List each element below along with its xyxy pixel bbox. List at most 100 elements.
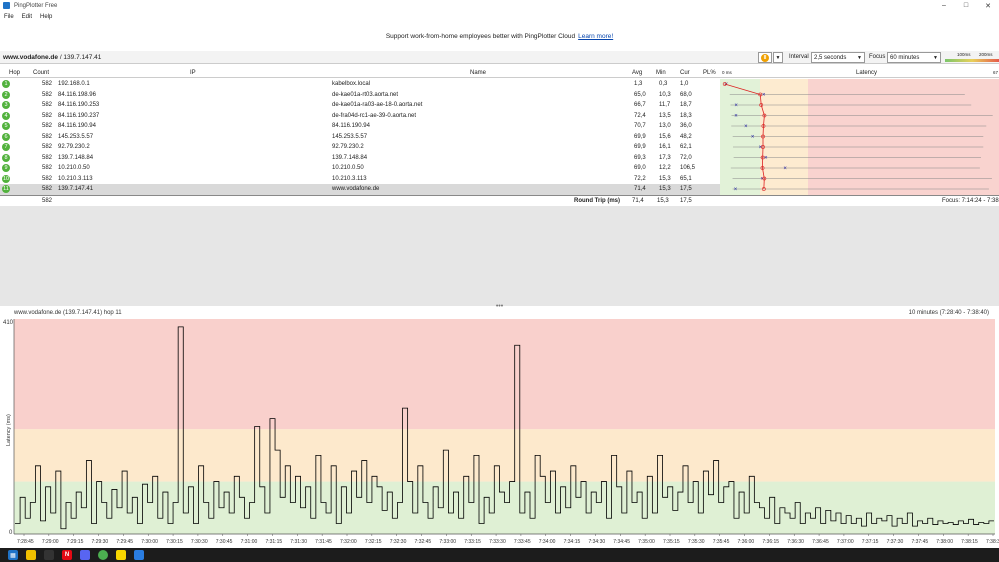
summary-count: 582: [42, 198, 53, 204]
target-label: www.vodafone.de / 139.7.147.41: [3, 54, 101, 61]
cell-name: 139.7.148.84: [332, 154, 368, 161]
pause-dropdown[interactable]: ▼: [773, 52, 783, 63]
cell-avg: 72,2: [634, 175, 646, 182]
x-tick-label: 7:32:45: [415, 539, 432, 545]
col-pl[interactable]: PL%: [703, 70, 716, 76]
menu-help[interactable]: Help: [40, 14, 52, 20]
cell-avg: 66,7: [634, 102, 646, 108]
cell-name: 92.79.230.2: [332, 144, 364, 150]
x-tick-label: 7:34:15: [564, 539, 581, 545]
table-row[interactable]: 6 582 145.253.5.57 145.253.5.57 69,9 15,6 48,2: [0, 132, 720, 143]
cell-count: 582: [42, 81, 53, 87]
interval-select[interactable]: 2,5 seconds ▼: [811, 52, 865, 63]
learn-more-link[interactable]: Learn more!: [578, 33, 613, 40]
menu-file[interactable]: File: [4, 14, 14, 20]
col-count[interactable]: Count: [33, 70, 49, 76]
x-tick-label: 7:33:00: [439, 539, 456, 545]
x-tick-label: 7:29:00: [42, 539, 59, 545]
table-row[interactable]: 4 582 84.116.190.237 de-fra04d-rc1-ae-39-0.…: [0, 111, 720, 122]
focus-value: 60 minutes: [890, 54, 920, 61]
table-row[interactable]: 5 582 84.116.190.94 84.116.190.94 70,7 13,0 36…: [0, 121, 720, 132]
x-tick-label: 7:32:30: [390, 539, 407, 545]
cell-ip: 192.168.0.1: [58, 81, 90, 87]
cell-min: 13,0: [659, 123, 671, 129]
cell-name: 10.210.3.113: [332, 175, 367, 182]
maximize-icon[interactable]: □: [955, 0, 977, 11]
table-header: Hop Count IP Name Avg Min Cur PL% 0 ms L…: [0, 68, 999, 78]
col-hop[interactable]: Hop: [9, 70, 20, 76]
close-icon[interactable]: ✕: [977, 0, 999, 11]
table-row[interactable]: 2 582 84.116.198.96 de-kae01a-rt03.aorta.ne…: [0, 90, 720, 101]
cell-count: 582: [42, 154, 53, 161]
col-ip[interactable]: IP: [190, 70, 196, 76]
x-tick-label: 7:30:00: [141, 539, 158, 545]
netflix-icon[interactable]: N: [62, 550, 72, 560]
chevron-down-icon: ▼: [857, 55, 862, 61]
file-explorer-icon[interactable]: [26, 550, 36, 560]
cur-marker: ×: [764, 156, 768, 162]
col-avg[interactable]: Avg: [632, 70, 642, 76]
empty-panel: [0, 206, 999, 306]
interval-value: 2,5 seconds: [814, 54, 847, 61]
cell-avg: 1,3: [634, 81, 643, 87]
x-tick-label: 7:32:00: [340, 539, 357, 545]
table-row[interactable]: 9 582 10.210.0.50 10.210.0.50 69,0 12,2 106,5: [0, 163, 720, 174]
splitter-handle[interactable]: •••: [0, 303, 999, 310]
pause-button[interactable]: II: [758, 52, 772, 63]
cell-count: 582: [42, 112, 53, 119]
x-tick-label: 7:28:45: [17, 539, 34, 545]
x-tick-label: 7:36:45: [812, 539, 829, 545]
menu-edit[interactable]: Edit: [22, 14, 32, 20]
table-row[interactable]: 11 582 139.7.147.41 www.vodafone.de 71,4 15,3…: [0, 184, 720, 195]
cur-marker: ×: [734, 187, 738, 193]
cell-avg: 69,3: [634, 154, 646, 161]
cell-min: 15,3: [659, 175, 671, 182]
col-latency[interactable]: Latency: [856, 70, 877, 76]
col-name[interactable]: Name: [470, 70, 486, 76]
cur-marker: ×: [734, 114, 738, 120]
cell-avg: 72,4: [634, 112, 646, 119]
table-row[interactable]: 7 582 92.79.230.2 92.79.230.2 69,9 16,1 62,1: [0, 142, 720, 153]
x-tick-label: 7:37:45: [911, 539, 928, 545]
cell-count: 582: [42, 133, 53, 140]
table-row[interactable]: 3 582 84.116.190.253 de-kae01a-ra03-ae-18-0…: [0, 100, 720, 111]
minimize-icon[interactable]: –: [933, 0, 955, 11]
x-tick-label: 7:34:30: [588, 539, 605, 545]
cell-ip: 139.7.148.84: [58, 154, 94, 161]
x-tick-label: 7:31:15: [265, 539, 282, 545]
app-icon-7[interactable]: [116, 550, 126, 560]
cur-marker: ×: [783, 166, 787, 172]
x-tick-label: 7:29:15: [67, 539, 84, 545]
x-tick-label: 7:30:30: [191, 539, 208, 545]
summary-cur: 17,5: [680, 198, 692, 204]
cell-cur: 18,7: [680, 102, 692, 108]
cell-min: 15,3: [659, 186, 671, 192]
summary-focus: Focus: 7:14:24 - 7:38: [942, 198, 999, 204]
x-tick-label: 7:34:00: [539, 539, 556, 545]
cell-count: 582: [42, 165, 53, 171]
app-icon-2[interactable]: [44, 550, 54, 560]
col-min[interactable]: Min: [656, 70, 666, 76]
x-tick-label: 7:33:45: [514, 539, 531, 545]
pingplotter-taskbar-icon[interactable]: [134, 550, 144, 560]
col-cur[interactable]: Cur: [680, 70, 690, 76]
focus-select[interactable]: 60 minutes ▼: [887, 52, 941, 63]
windows-start-icon[interactable]: ▦: [8, 550, 18, 560]
table-summary: 582 Round Trip (ms) 71,4 15,3 17,5 Focus…: [0, 195, 999, 205]
chrome-icon[interactable]: [98, 550, 108, 560]
latency-scale-left: 0 ms: [722, 70, 732, 75]
cell-min: 0,3: [659, 81, 668, 87]
cell-count: 582: [42, 123, 53, 129]
table-row[interactable]: 10 582 10.210.3.113 10.210.3.113 72,2 15,3 65,…: [0, 174, 720, 185]
discord-icon[interactable]: [80, 550, 90, 560]
cell-name: de-kae01a-ra03-ae-18-0.aorta.net: [332, 102, 423, 108]
promo-banner: Support work-from-home employees better …: [0, 30, 999, 42]
table-row[interactable]: 1 582 192.168.0.1 kabelbox.local 1,3 0,3 1,0: [0, 79, 720, 90]
latency-scale-legend: 100ms 200ms: [945, 52, 999, 63]
cell-name: de-fra04d-rc1-ae-39-0.aorta.net: [332, 112, 417, 119]
cell-avg: 69,9: [634, 144, 646, 150]
cell-count: 582: [42, 186, 53, 192]
cell-ip: 84.116.190.253: [58, 102, 100, 108]
table-row[interactable]: 8 582 139.7.148.84 139.7.148.84 69,3 17,3 72,0: [0, 153, 720, 164]
cell-cur: 106,5: [680, 165, 696, 171]
